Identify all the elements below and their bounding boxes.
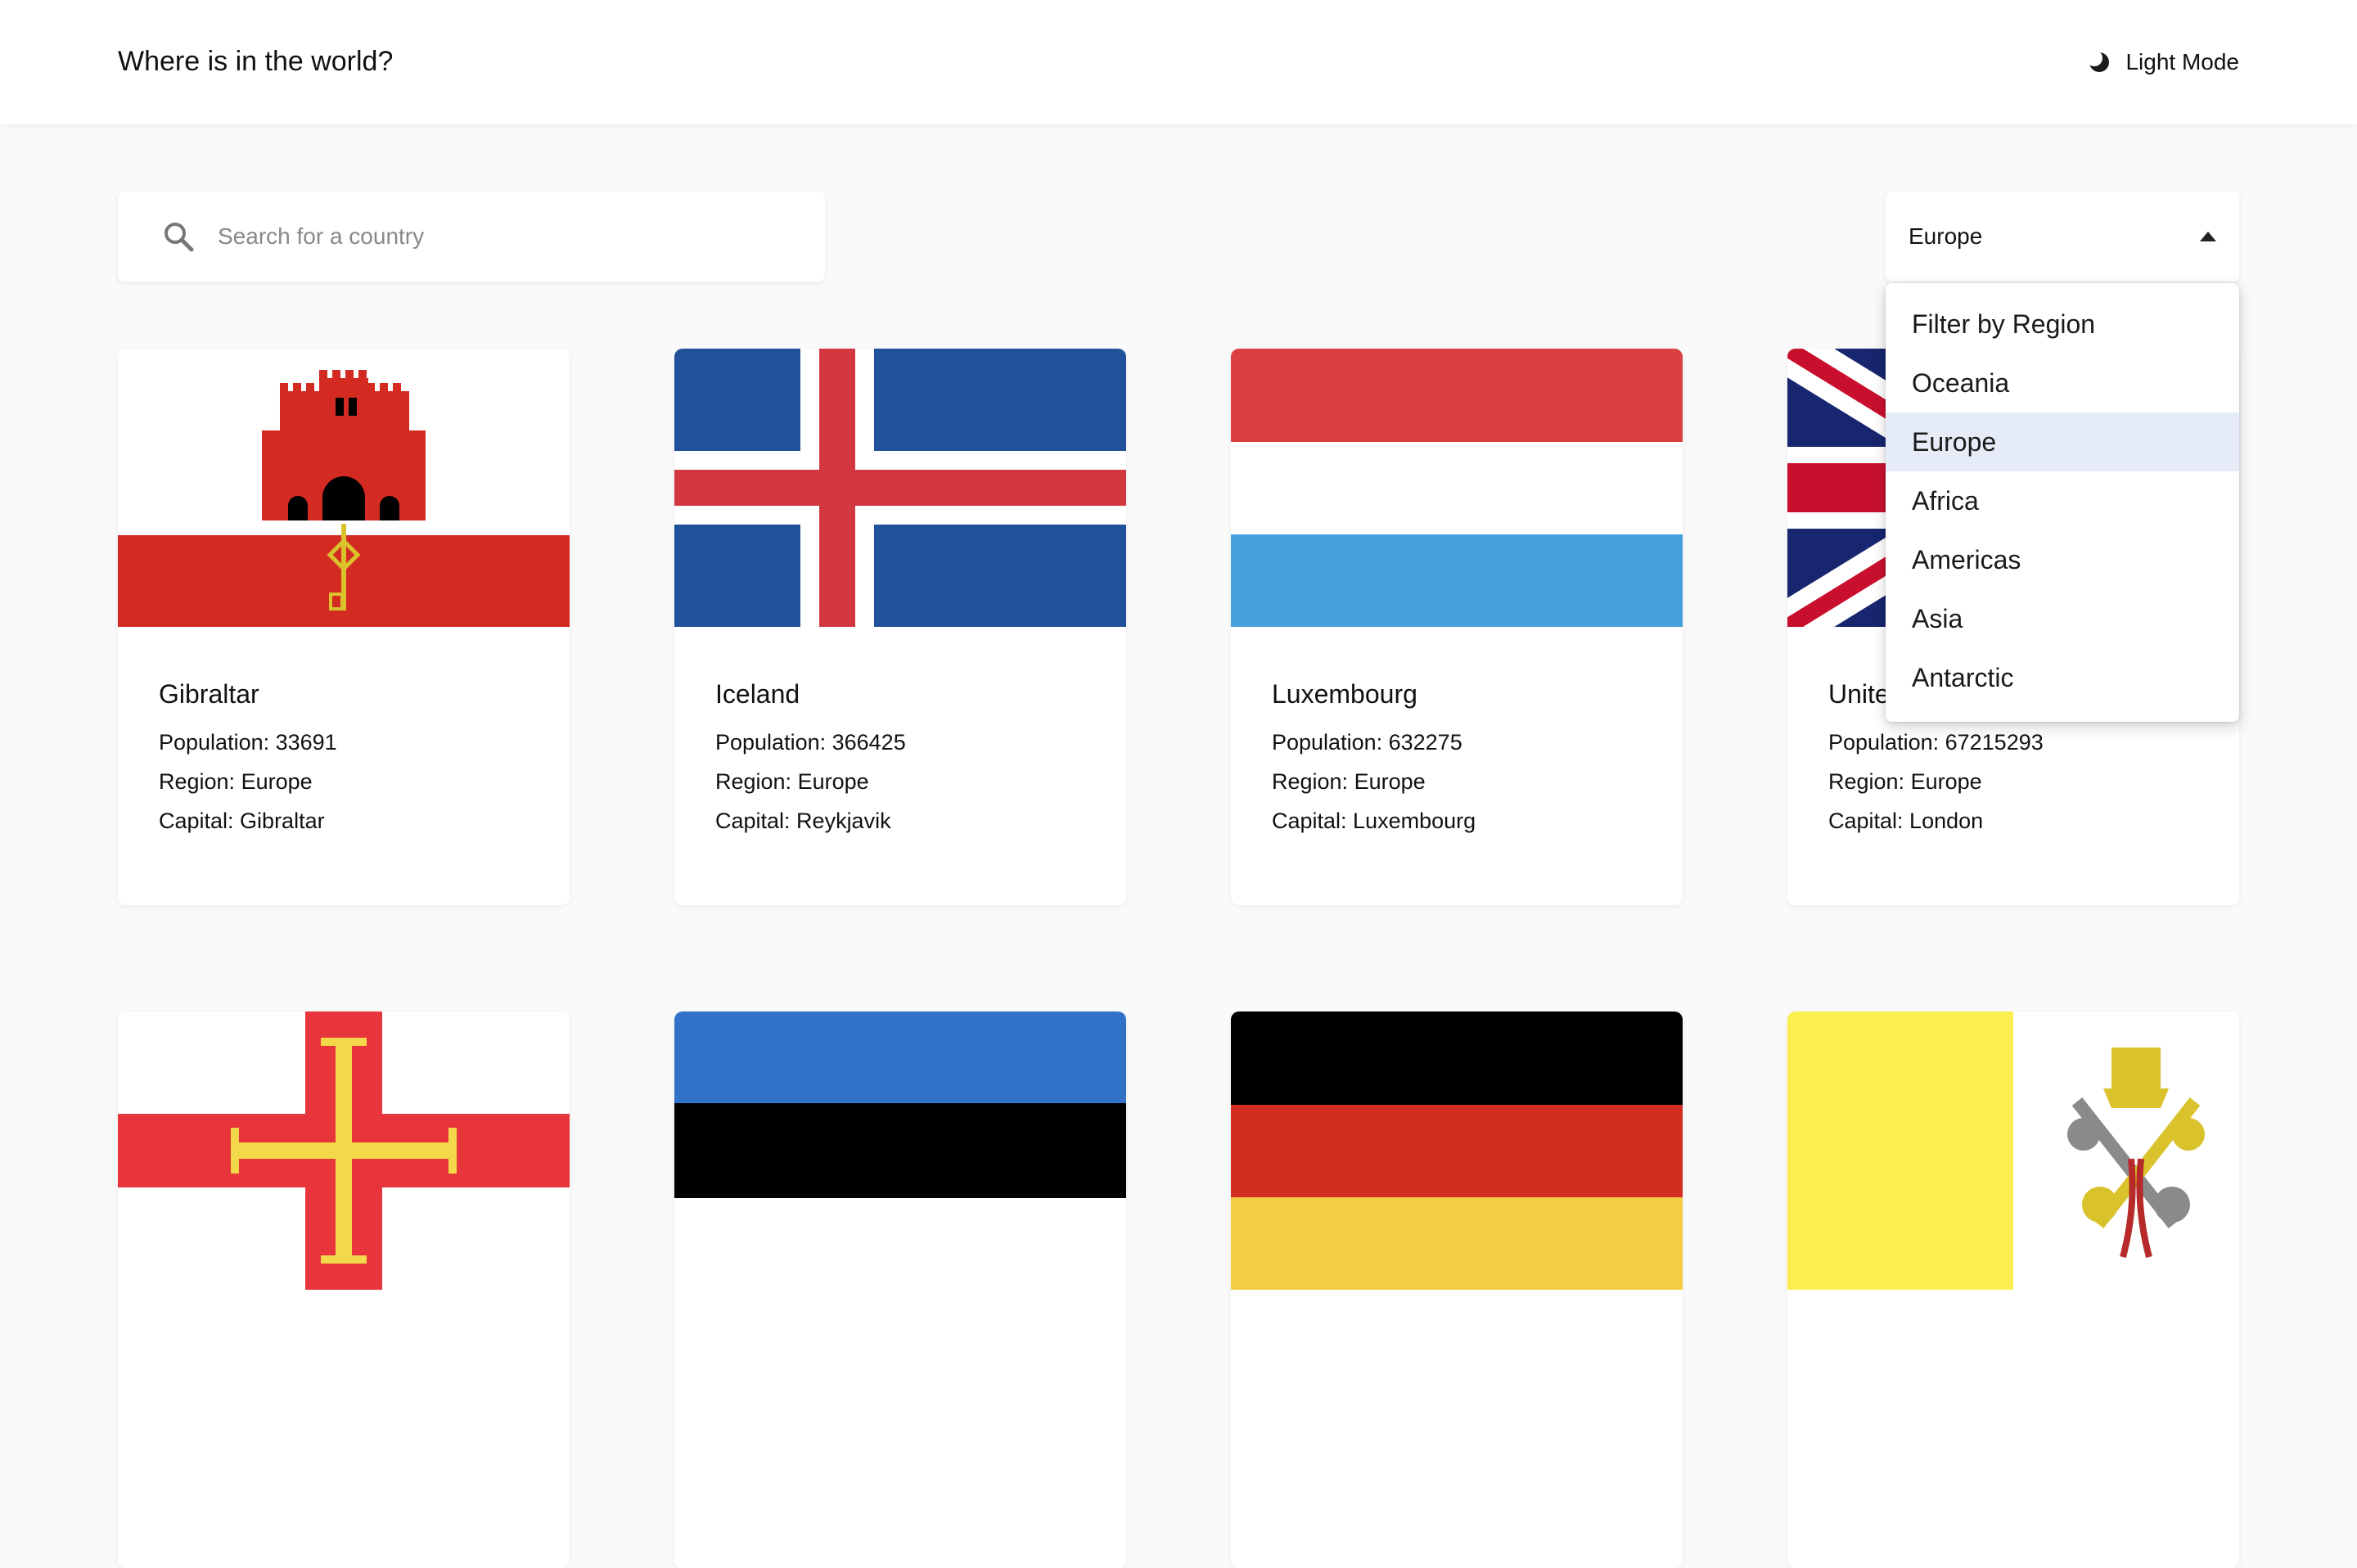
country-card-luxembourg[interactable]: Luxembourg Population: 632275 Region: Eu… <box>1231 349 1683 905</box>
country-card-vatican-city[interactable] <box>1787 1012 2239 1568</box>
country-name: Iceland <box>715 679 800 709</box>
dropdown-option-africa[interactable]: Africa <box>1886 471 2239 530</box>
germany-flag-image <box>1231 1012 1683 1290</box>
country-population: Population: 67215293 <box>1828 730 2044 755</box>
country-capital: Capital: Luxembourg <box>1272 809 1476 833</box>
country-population: Population: 632275 <box>1272 730 1462 755</box>
country-card-germany[interactable] <box>1231 1012 1683 1568</box>
search-box[interactable] <box>118 191 825 282</box>
country-region: Region: Europe <box>715 769 869 794</box>
search-input[interactable] <box>216 223 792 250</box>
country-name: Luxembourg <box>1272 679 1417 709</box>
country-population: Population: 33691 <box>159 730 337 755</box>
search-icon <box>164 223 194 252</box>
country-card-guernsey[interactable] <box>118 1012 570 1568</box>
iceland-flag-image <box>674 349 1126 627</box>
country-region: Region: Europe <box>159 769 313 794</box>
theme-toggle-button[interactable]: Light Mode <box>2088 49 2239 75</box>
country-capital: Capital: London <box>1828 809 1984 833</box>
caret-up-icon <box>2200 232 2216 241</box>
country-card-iceland[interactable]: Iceland Population: 366425 Region: Europ… <box>674 349 1126 905</box>
country-card-estonia[interactable] <box>674 1012 1126 1568</box>
dropdown-option-oceania[interactable]: Oceania <box>1886 354 2239 412</box>
country-region: Region: Europe <box>1828 769 1982 794</box>
region-dropdown-menu: Filter by Region Oceania Europe Africa A… <box>1886 283 2239 722</box>
country-name: Gibraltar <box>159 679 259 709</box>
moon-icon <box>2088 51 2110 72</box>
top-bar: Where is in the world? Light Mode <box>0 0 2357 124</box>
country-population: Population: 366425 <box>715 730 906 755</box>
dropdown-option-asia[interactable]: Asia <box>1886 589 2239 648</box>
app-title: Where is in the world? <box>118 46 394 77</box>
luxembourg-flag-image <box>1231 349 1683 627</box>
dropdown-option-americas[interactable]: Americas <box>1886 530 2239 589</box>
dropdown-option-antarctic[interactable]: Antarctic <box>1886 648 2239 707</box>
region-select[interactable]: Europe <box>1886 191 2239 282</box>
country-capital: Capital: Reykjavik <box>715 809 891 833</box>
dropdown-option-filter-by-region[interactable]: Filter by Region <box>1886 295 2239 354</box>
gibraltar-flag-image <box>118 349 570 627</box>
vatican-city-flag-image <box>1787 1012 2239 1290</box>
country-name: Unite <box>1828 679 1890 709</box>
dropdown-option-europe[interactable]: Europe <box>1886 412 2239 471</box>
estonia-flag-image <box>674 1012 1126 1290</box>
guernsey-flag-image <box>118 1012 570 1290</box>
theme-toggle-label: Light Mode <box>2125 49 2239 74</box>
region-select-value: Europe <box>1909 223 1983 249</box>
country-capital: Capital: Gibraltar <box>159 809 325 833</box>
country-region: Region: Europe <box>1272 769 1426 794</box>
country-card-gibraltar[interactable]: Gibraltar Population: 33691 Region: Euro… <box>118 349 570 905</box>
